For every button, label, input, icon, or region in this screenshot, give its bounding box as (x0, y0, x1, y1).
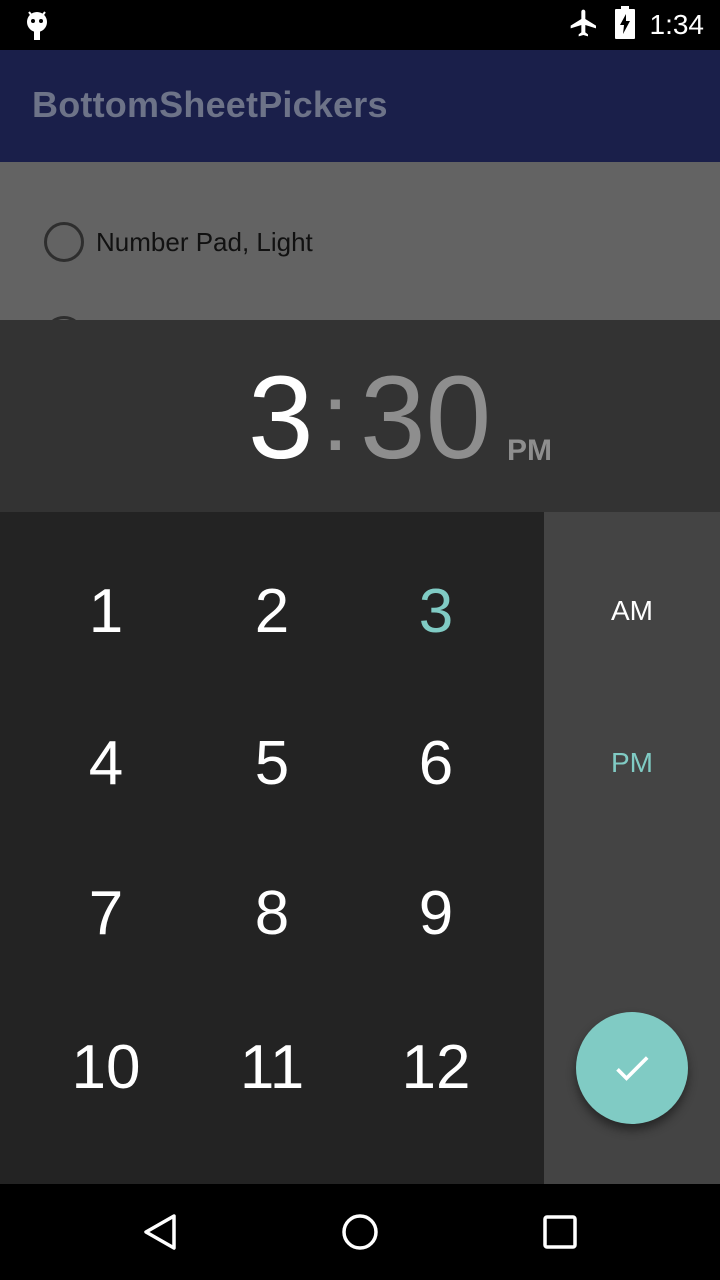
status-bar: 1:34 (0, 0, 720, 50)
recents-icon[interactable] (536, 1208, 584, 1256)
radio-button[interactable] (44, 222, 84, 262)
check-icon (616, 1056, 649, 1081)
minute-display[interactable]: 30 (360, 358, 491, 478)
time-display: 3 : 30 PM (0, 320, 720, 512)
confirm-button[interactable] (576, 1012, 688, 1124)
key-5[interactable]: 5 (192, 708, 352, 818)
option-number-pad-light[interactable]: Number Pad, Light (44, 222, 313, 262)
key-4[interactable]: 4 (26, 708, 186, 818)
android-debug-icon (24, 10, 50, 42)
key-8[interactable]: 8 (192, 858, 352, 968)
key-10[interactable]: 10 (26, 1012, 186, 1122)
battery-charging-icon (614, 6, 636, 44)
options-list: Number Pad, Light (0, 162, 720, 320)
key-9[interactable]: 9 (356, 858, 516, 968)
key-1[interactable]: 1 (26, 556, 186, 666)
ampm-display: PM (507, 434, 552, 467)
app-bar: BottomSheetPickers (0, 50, 720, 162)
key-2[interactable]: 2 (192, 556, 352, 666)
key-7[interactable]: 7 (26, 858, 186, 968)
app-title: BottomSheetPickers (32, 84, 388, 125)
time-separator: : (322, 364, 349, 471)
option-label: Number Pad, Light (96, 226, 313, 257)
key-6[interactable]: 6 (356, 708, 516, 818)
number-pad: 1 2 3 4 5 6 7 8 9 10 11 12 (0, 512, 544, 1184)
am-button[interactable]: AM (544, 566, 720, 656)
status-clock: 1:34 (649, 9, 705, 40)
home-icon[interactable] (336, 1208, 384, 1256)
hour-display[interactable]: 3 (248, 358, 314, 478)
navigation-bar (0, 1184, 720, 1280)
airplane-mode-icon (568, 7, 600, 43)
key-3[interactable]: 3 (356, 556, 516, 666)
key-12[interactable]: 12 (356, 1012, 516, 1122)
key-11[interactable]: 11 (192, 1012, 352, 1122)
pm-button[interactable]: PM (544, 718, 720, 808)
back-icon[interactable] (136, 1208, 184, 1256)
